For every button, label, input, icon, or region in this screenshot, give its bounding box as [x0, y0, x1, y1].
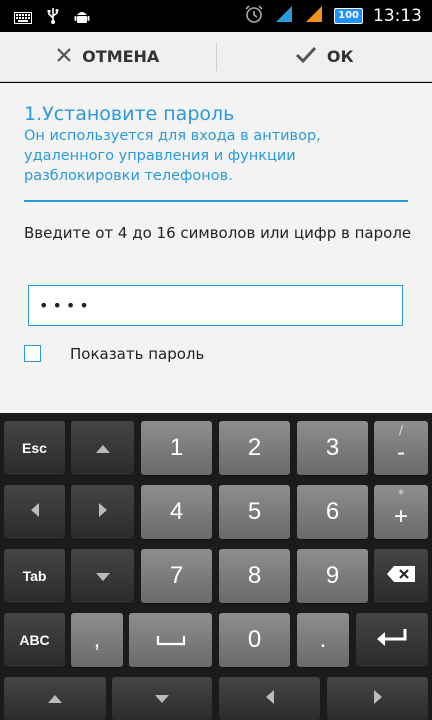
- key-page-up[interactable]: [4, 677, 106, 720]
- key-arrow-down[interactable]: [71, 549, 134, 603]
- enter-icon: [375, 627, 409, 653]
- space-icon: [156, 631, 186, 650]
- checkmark-icon: [295, 46, 317, 68]
- key-7[interactable]: 7: [141, 549, 212, 603]
- action-bar: ОТМЕНА ОК: [0, 32, 432, 82]
- arrow-up-icon: [95, 439, 111, 458]
- key-end[interactable]: [327, 677, 428, 720]
- numeric-keyboard: Esc 1 2 3 / - 4 5 6 * + Tab 7 8 9 ABC , …: [0, 413, 432, 720]
- arrow-down-icon: [95, 567, 111, 586]
- close-icon: [56, 47, 72, 67]
- key-1[interactable]: 1: [141, 421, 212, 475]
- android-debug-icon: [74, 8, 90, 28]
- ok-button[interactable]: ОК: [217, 32, 432, 81]
- key-4[interactable]: 4: [141, 485, 212, 539]
- title-divider: [24, 200, 408, 202]
- key-6[interactable]: 6: [297, 485, 368, 539]
- key-comma[interactable]: ,: [71, 613, 123, 667]
- show-password-label[interactable]: Показать пароль: [70, 345, 204, 363]
- arrow-left-icon: [30, 502, 40, 522]
- key-5[interactable]: 5: [219, 485, 290, 539]
- key-home[interactable]: [219, 677, 320, 720]
- key-minus[interactable]: / -: [374, 421, 428, 475]
- instruction-text: Введите от 4 до 16 символов или цифр в п…: [24, 224, 412, 242]
- alarm-icon: [244, 4, 264, 28]
- backspace-icon: [386, 565, 416, 587]
- password-value: ••••: [39, 296, 93, 315]
- key-period[interactable]: .: [297, 613, 349, 667]
- arrow-left-icon: [265, 689, 275, 709]
- ok-label: ОК: [326, 47, 354, 66]
- signal-icon-sim2: [304, 5, 324, 27]
- arrow-down-icon: [154, 689, 170, 708]
- password-setup-panel: 1.Установите пароль Он используется для …: [0, 83, 432, 413]
- password-input[interactable]: ••••: [28, 285, 403, 326]
- key-0[interactable]: 0: [219, 613, 290, 667]
- key-8[interactable]: 8: [219, 549, 290, 603]
- signal-icon-sim1: [274, 5, 294, 27]
- usb-icon: [46, 8, 60, 28]
- keyboard-icon: [14, 9, 32, 28]
- clock: 13:13: [373, 6, 422, 26]
- key-plus[interactable]: * +: [374, 485, 428, 539]
- key-arrow-right[interactable]: [71, 485, 134, 539]
- key-9[interactable]: 9: [297, 549, 368, 603]
- arrow-right-icon: [98, 502, 108, 522]
- key-2[interactable]: 2: [219, 421, 290, 475]
- key-arrow-left[interactable]: [4, 485, 65, 539]
- key-tab[interactable]: Tab: [4, 549, 65, 603]
- key-space[interactable]: [129, 613, 212, 667]
- cancel-label: ОТМЕНА: [82, 47, 160, 66]
- status-bar: 100 13:13: [0, 0, 432, 32]
- key-backspace[interactable]: [374, 549, 428, 603]
- key-abc[interactable]: ABC: [4, 613, 65, 667]
- cancel-button[interactable]: ОТМЕНА: [0, 32, 216, 81]
- key-enter[interactable]: [356, 613, 428, 667]
- show-password-checkbox[interactable]: [24, 345, 41, 362]
- arrow-up-icon: [47, 689, 63, 708]
- battery-icon: 100: [334, 8, 363, 24]
- page-title: 1.Установите пароль: [24, 103, 235, 125]
- key-esc[interactable]: Esc: [4, 421, 65, 475]
- description-text: Он используется для входа в антивор, уда…: [24, 128, 321, 184]
- key-arrow-up[interactable]: [71, 421, 134, 475]
- key-page-down[interactable]: [112, 677, 212, 720]
- key-3[interactable]: 3: [297, 421, 368, 475]
- arrow-right-icon: [373, 689, 383, 709]
